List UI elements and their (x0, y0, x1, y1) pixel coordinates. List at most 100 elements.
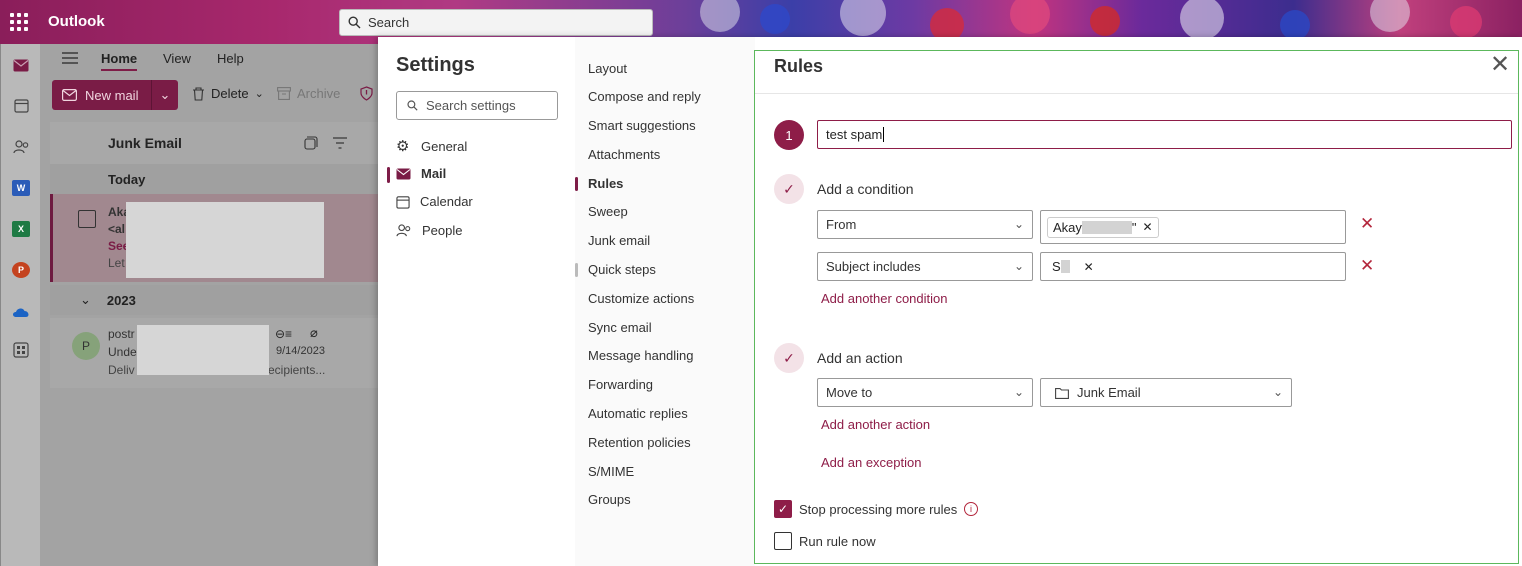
stop-processing-checkbox[interactable]: ✓ (774, 500, 792, 518)
calendar-icon (396, 195, 410, 209)
condition-value-pill: Akay " ✕ (1047, 216, 1159, 238)
message-preview-end: ecipients... (268, 363, 326, 377)
folder-name: Junk Email (108, 135, 182, 151)
section-groups[interactable]: Groups (588, 492, 631, 507)
info-icon[interactable]: i (964, 502, 978, 516)
message-item[interactable]: Aka <al See Let (50, 194, 378, 282)
onedrive-icon[interactable] (11, 302, 31, 322)
rule-name-input[interactable]: test spam (817, 120, 1512, 149)
settings-category-calendar[interactable]: Calendar (396, 194, 473, 209)
message-preview: Deliv (108, 363, 135, 377)
section-compose-reply[interactable]: Compose and reply (588, 89, 701, 104)
selected-indicator (387, 167, 390, 183)
action-heading: Add an action (817, 350, 903, 366)
section-smime[interactable]: S/MIME (588, 464, 634, 479)
settings-category-mail[interactable]: Mail (396, 166, 446, 181)
mail-area: Home View Help New mail ⌄ Delete ⌄ Archi… (40, 44, 378, 566)
settings-search-placeholder: Search settings (426, 98, 516, 113)
mail-icon[interactable] (11, 55, 31, 75)
section-quick-steps[interactable]: Quick steps (588, 262, 656, 277)
selected-indicator (575, 177, 578, 191)
message-address: <al (108, 222, 126, 236)
tab-home[interactable]: Home (101, 51, 138, 71)
section-retention-policies[interactable]: Retention policies (588, 435, 691, 450)
select-icon[interactable] (304, 136, 318, 153)
delete-button[interactable]: Delete ⌄ (192, 86, 264, 101)
section-smart-suggestions[interactable]: Smart suggestions (588, 118, 696, 133)
action-folder-select[interactable]: Junk Email ⌄ (1040, 378, 1292, 407)
category-label: People (422, 223, 463, 238)
section-sweep[interactable]: Sweep (588, 204, 628, 219)
condition-field-select[interactable]: Subject includes ⌄ (817, 252, 1033, 281)
apps-icon[interactable] (11, 340, 31, 360)
section-message-handling[interactable]: Message handling (588, 348, 694, 363)
app-launcher-icon[interactable] (10, 13, 28, 31)
chevron-down-icon: ⌄ (1272, 385, 1283, 399)
checkmark-icon: ✓ (774, 174, 804, 204)
section-attachments[interactable]: Attachments (588, 147, 660, 162)
folder-icon (1055, 387, 1069, 399)
condition-value-box[interactable]: S ✕ (1040, 252, 1346, 281)
chevron-down-icon[interactable]: ⌄ (80, 292, 91, 308)
chevron-down-icon: ⌄ (1013, 385, 1024, 399)
settings-search-input[interactable]: Search settings (396, 91, 558, 120)
add-condition-link[interactable]: Add another condition (821, 291, 947, 306)
app-title: Outlook (48, 13, 105, 30)
filter-icon[interactable] (333, 136, 347, 152)
group-header-2023: ⌄ 2023 (50, 285, 378, 315)
action-type-select[interactable]: Move to ⌄ (817, 378, 1033, 407)
report-icon[interactable] (360, 86, 373, 101)
add-exception-link[interactable]: Add an exception (821, 455, 921, 470)
section-sync-email[interactable]: Sync email (588, 320, 652, 335)
settings-category-general[interactable]: ⚙ General (396, 137, 467, 155)
new-mail-button[interactable]: New mail ⌄ (52, 80, 178, 110)
chevron-down-icon: ⌄ (1013, 217, 1024, 231)
gear-icon: ⚙ (396, 138, 410, 155)
pill-label-tail: " (1131, 219, 1137, 235)
action-folder-value: Junk Email (1077, 385, 1141, 400)
mail-icon (396, 168, 411, 179)
section-layout[interactable]: Layout (588, 61, 627, 76)
section-automatic-replies[interactable]: Automatic replies (588, 406, 688, 421)
calendar-icon[interactable] (11, 95, 31, 115)
tab-view[interactable]: View (163, 51, 191, 66)
section-junk-email[interactable]: Junk email (588, 233, 650, 248)
hover-indicator (575, 263, 578, 277)
remove-condition-icon[interactable]: ✕ (1360, 256, 1374, 276)
settings-dialog: Settings Search settings ⚙ General Mail … (378, 37, 1522, 566)
ribbon-tabs: Home View Help (40, 44, 378, 76)
condition-value-box[interactable]: Akay " ✕ (1040, 210, 1346, 244)
redacted-block (1060, 260, 1070, 273)
chevron-down-icon[interactable]: ⌄ (152, 87, 178, 103)
pill-remove-icon[interactable]: ✕ (1143, 220, 1153, 234)
hamburger-icon[interactable] (62, 52, 78, 67)
category-label: General (421, 138, 468, 154)
mail-sections-list: Layout Compose and reply Smart suggestio… (575, 37, 755, 566)
tab-help[interactable]: Help (217, 51, 244, 66)
section-customize-actions[interactable]: Customize actions (588, 291, 694, 306)
add-action-link[interactable]: Add another action (821, 417, 930, 432)
search-box[interactable]: Search (339, 9, 653, 36)
search-icon (348, 16, 361, 29)
chevron-down-icon: ⌄ (1013, 259, 1024, 273)
rules-title: Rules (774, 56, 824, 76)
settings-category-people[interactable]: People (396, 223, 462, 238)
pill-remove-icon[interactable]: ✕ (1084, 260, 1094, 274)
message-checkbox[interactable] (78, 210, 96, 228)
excel-icon[interactable]: X (11, 219, 31, 239)
archive-button[interactable]: Archive (277, 86, 340, 101)
word-icon[interactable]: W (11, 178, 31, 198)
action-type-value: Move to (826, 385, 873, 400)
attachment-icon: ⌀ (310, 325, 318, 340)
avatar: P (72, 332, 100, 360)
people-icon[interactable] (11, 137, 31, 157)
message-item[interactable]: P postr Unde Deliv ecipients... 9/14/202… (50, 318, 378, 388)
condition-field-select[interactable]: From ⌄ (817, 210, 1033, 239)
remove-condition-icon[interactable]: ✕ (1360, 214, 1374, 234)
powerpoint-icon[interactable]: P (11, 260, 31, 280)
condition-heading: Add a condition (817, 181, 914, 197)
close-icon[interactable]: ✕ (1490, 53, 1510, 77)
section-forwarding[interactable]: Forwarding (588, 377, 653, 392)
run-rule-now-checkbox[interactable] (774, 532, 792, 550)
section-rules[interactable]: Rules (588, 176, 623, 191)
